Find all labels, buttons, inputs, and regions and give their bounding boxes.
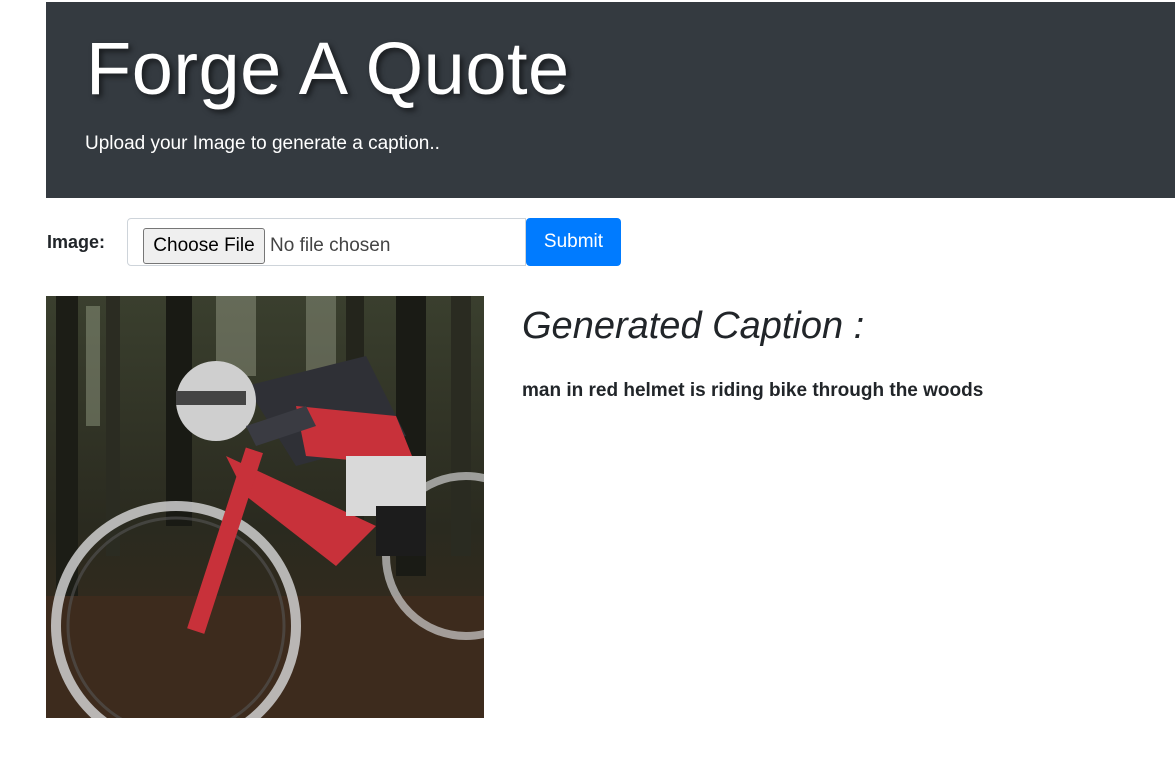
generated-caption: man in red helmet is riding bike through… [522,380,984,401]
choose-file-button[interactable]: Choose File [143,228,265,264]
page-subtitle: Upload your Image to generate a caption.… [85,133,440,154]
page-title: Forge A Quote [86,27,570,110]
image-label: Image: [47,232,106,252]
submit-button[interactable]: Submit [526,218,621,266]
uploaded-image [46,296,484,718]
jumbotron-header: Forge A Quote Upload your Image to gener… [46,2,1175,198]
file-input[interactable]: Choose File No file chosen [127,218,526,266]
file-status-text: No file chosen [270,235,391,256]
caption-heading: Generated Caption : [522,305,865,347]
